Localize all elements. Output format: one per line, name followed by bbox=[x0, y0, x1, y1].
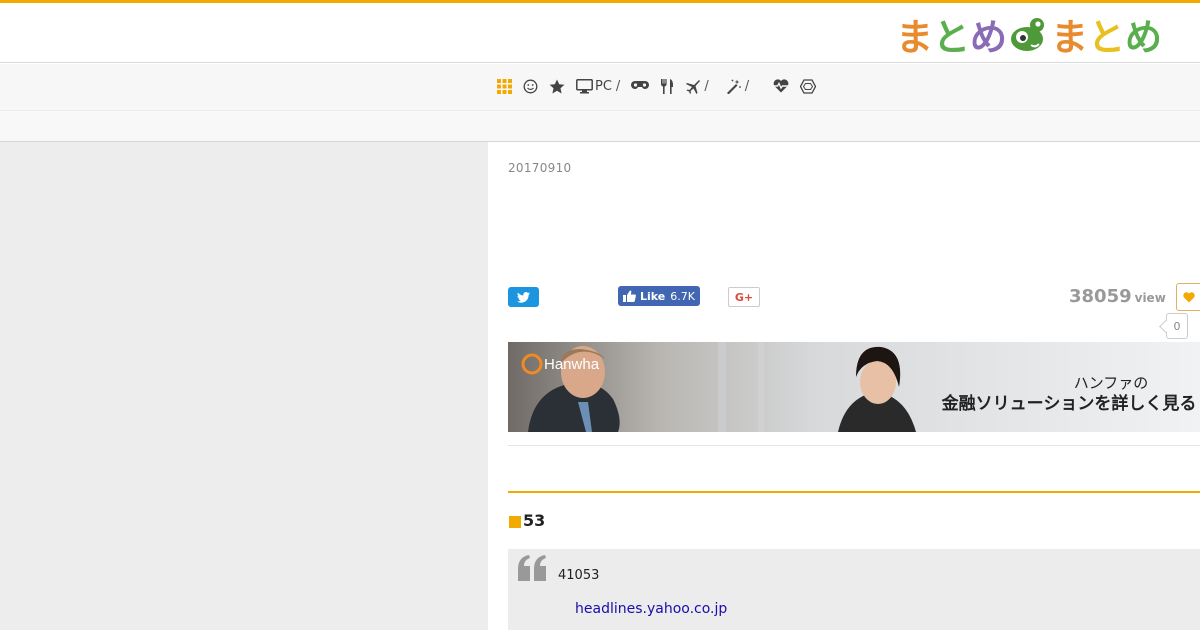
section-heading: 53 bbox=[509, 511, 545, 530]
nav-item-travel[interactable]: / bbox=[685, 78, 709, 94]
logo-char: め bbox=[970, 16, 1007, 59]
heart-icon bbox=[1183, 291, 1195, 302]
view-counter: 38059 view bbox=[1069, 286, 1166, 307]
twitter-share-button[interactable] bbox=[508, 287, 539, 307]
divider bbox=[508, 445, 1200, 446]
nav-separator: / bbox=[744, 78, 750, 94]
facebook-like-count: 6.7K bbox=[670, 289, 695, 303]
logo-char: と bbox=[933, 16, 970, 59]
nav-item-all[interactable] bbox=[497, 78, 512, 94]
facebook-like-button[interactable]: Like 6.7K bbox=[618, 286, 700, 306]
view-count: 38059 bbox=[1069, 286, 1132, 307]
quote-icon bbox=[518, 555, 546, 581]
nav-item-smiley[interactable] bbox=[523, 79, 538, 94]
plane-icon bbox=[686, 79, 701, 94]
left-sidebar bbox=[0, 142, 488, 630]
blockquote: 41053 headlines.yahoo.co.jp bbox=[508, 549, 1200, 630]
magic-wand-icon bbox=[726, 79, 741, 94]
article-main: 20170910 Like 6.7K G+ 38059 view 0 Hanwh… bbox=[488, 142, 1200, 630]
nav-separator: / bbox=[615, 78, 621, 94]
favorite-button[interactable] bbox=[1176, 283, 1200, 311]
nav-item-other[interactable] bbox=[800, 78, 817, 94]
ad-brand: Hanwha bbox=[544, 356, 600, 373]
star-icon bbox=[549, 79, 565, 93]
logo-mascot-icon bbox=[1009, 15, 1049, 53]
article-date: 20170910 bbox=[508, 161, 572, 175]
nav-item-food[interactable] bbox=[660, 78, 674, 94]
cutlery-icon bbox=[661, 78, 674, 94]
site-header: ま と め ま と め bbox=[0, 3, 1200, 63]
quote-source-link[interactable]: headlines.yahoo.co.jp bbox=[575, 601, 727, 617]
monitor-icon bbox=[576, 78, 593, 93]
thumbs-up-icon bbox=[623, 290, 636, 302]
nav-item-games[interactable] bbox=[631, 80, 650, 92]
sub-bar bbox=[0, 110, 1200, 142]
logo-char: ま bbox=[1051, 16, 1088, 59]
gamepad-icon bbox=[631, 81, 650, 89]
nav-item-health[interactable] bbox=[773, 79, 789, 93]
logo-char: ま bbox=[896, 16, 933, 59]
grid-icon bbox=[497, 78, 512, 94]
hexagon-icon bbox=[800, 78, 817, 94]
site-logo[interactable]: ま と め ま と め bbox=[896, 12, 1162, 59]
ad-banner[interactable]: Hanwha ハンファの 金融ソリューションを詳しく見る bbox=[508, 342, 1200, 432]
smiley-icon bbox=[523, 79, 538, 93]
favorite-count: 0 bbox=[1166, 313, 1188, 339]
facebook-like-label: Like bbox=[640, 289, 666, 303]
heartbeat-icon bbox=[773, 79, 789, 93]
logo-char: と bbox=[1088, 16, 1125, 59]
category-nav: PC / / / bbox=[0, 64, 1200, 110]
ad-line-1: ハンファの bbox=[1074, 374, 1149, 392]
view-unit: view bbox=[1134, 291, 1166, 305]
twitter-icon bbox=[517, 291, 530, 303]
google-plus-share-button[interactable]: G+ bbox=[728, 287, 760, 307]
logo-char: め bbox=[1125, 16, 1162, 59]
heading-marker bbox=[509, 515, 521, 528]
ad-banner-image: Hanwha ハンファの 金融ソリューションを詳しく見る bbox=[508, 342, 1200, 432]
ad-line-2: 金融ソリューションを詳しく見る bbox=[941, 393, 1197, 414]
nav-item-star[interactable] bbox=[549, 79, 565, 94]
quote-text: 41053 bbox=[558, 568, 600, 583]
section-heading-text: 53 bbox=[523, 511, 546, 530]
nav-item-label: PC bbox=[595, 78, 612, 94]
nav-separator: / bbox=[704, 78, 709, 94]
nav-item-magic[interactable]: / bbox=[726, 79, 749, 94]
nav-item-pc[interactable]: PC / bbox=[576, 79, 620, 94]
section-divider bbox=[508, 491, 1200, 493]
